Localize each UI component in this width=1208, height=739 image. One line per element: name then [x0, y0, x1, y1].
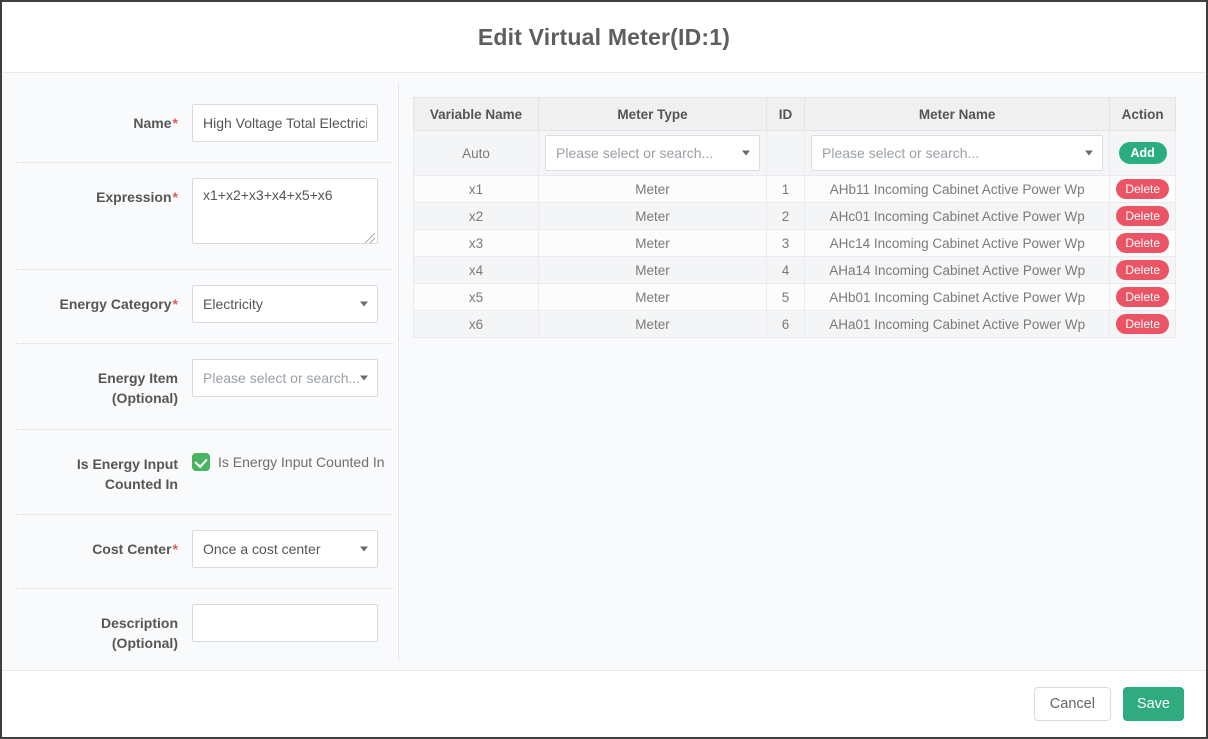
energy-input-label: Is Energy Input Counted In: [16, 445, 192, 495]
meter-type-cell: Meter: [539, 230, 767, 257]
table-row: x4 Meter 4 AHa14 Incoming Cabinet Active…: [414, 257, 1176, 284]
page-title: Edit Virtual Meter(ID:1): [478, 24, 730, 51]
cost-center-select[interactable]: Once a cost center: [192, 530, 378, 568]
meter-name-select[interactable]: Please select or search...: [811, 135, 1103, 171]
variables-table-panel: Variable Name Meter Type ID Meter Name A…: [399, 73, 1206, 670]
energy-item-select[interactable]: Please select or search...: [192, 359, 378, 397]
variables-table: Variable Name Meter Type ID Meter Name A…: [413, 97, 1176, 338]
id-cell: 1: [767, 176, 805, 203]
form-row-cost-center: Cost Center* Once a cost center: [16, 515, 394, 589]
variable-cell: x4: [414, 257, 539, 284]
name-input[interactable]: [192, 104, 378, 142]
col-header-variable-name: Variable Name: [414, 98, 539, 131]
delete-button[interactable]: Delete: [1116, 287, 1169, 307]
cancel-button[interactable]: Cancel: [1034, 687, 1111, 721]
meter-type-cell: Meter: [539, 257, 767, 284]
dialog-footer: Cancel Save: [2, 671, 1206, 737]
form-row-description: Description (Optional): [16, 589, 394, 671]
delete-button[interactable]: Delete: [1116, 206, 1169, 226]
chevron-down-icon: [742, 151, 750, 156]
add-button[interactable]: Add: [1119, 142, 1167, 164]
variable-cell: x1: [414, 176, 539, 203]
required-asterisk: *: [173, 189, 178, 205]
col-header-id: ID: [767, 98, 805, 131]
chevron-down-icon: [360, 547, 368, 552]
energy-item-placeholder: Please select or search...: [203, 370, 360, 386]
expression-textarea[interactable]: x1+x2+x3+x4+x5+x6: [192, 178, 378, 244]
delete-button[interactable]: Delete: [1116, 314, 1169, 334]
dialog-body: Name* Expression* x1+x2+x3+x4+x5+x6 Ener…: [2, 72, 1206, 671]
table-header-row: Variable Name Meter Type ID Meter Name A…: [414, 98, 1176, 131]
id-cell: 2: [767, 203, 805, 230]
energy-category-select[interactable]: Electricity: [192, 285, 378, 323]
meter-name-cell: AHb01 Incoming Cabinet Active Power Wp: [805, 284, 1110, 311]
table-row: x6 Meter 6 AHa01 Incoming Cabinet Active…: [414, 311, 1176, 338]
meter-name-cell: AHc14 Incoming Cabinet Active Power Wp: [805, 230, 1110, 257]
description-input[interactable]: [192, 604, 378, 642]
col-header-action: Action: [1110, 98, 1176, 131]
variable-cell: x5: [414, 284, 539, 311]
form-row-energy-category: Energy Category* Electricity: [16, 270, 394, 344]
energy-category-value: Electricity: [203, 296, 263, 312]
meter-type-select[interactable]: Please select or search...: [545, 135, 760, 171]
chevron-down-icon: [1085, 151, 1093, 156]
energy-input-checkbox-label: Is Energy Input Counted In: [218, 454, 385, 470]
meter-type-cell: Meter: [539, 311, 767, 338]
form-row-energy-item: Energy Item (Optional) Please select or …: [16, 344, 394, 430]
table-row: x3 Meter 3 AHc14 Incoming Cabinet Active…: [414, 230, 1176, 257]
table-row-auto: Auto Please select or search... Please s…: [414, 131, 1176, 176]
name-label: Name*: [16, 104, 192, 142]
required-asterisk: *: [173, 541, 178, 557]
required-asterisk: *: [173, 115, 178, 131]
form-row-energy-input: Is Energy Input Counted In Is Energy Inp…: [16, 430, 394, 516]
id-cell: 4: [767, 257, 805, 284]
variable-cell: x2: [414, 203, 539, 230]
energy-item-label: Energy Item (Optional): [16, 359, 192, 409]
dialog-header: Edit Virtual Meter(ID:1): [2, 2, 1206, 72]
delete-button[interactable]: Delete: [1116, 260, 1169, 280]
meter-name-cell: AHc01 Incoming Cabinet Active Power Wp: [805, 203, 1110, 230]
meter-type-cell: Meter: [539, 203, 767, 230]
id-cell: 5: [767, 284, 805, 311]
virtual-meter-form: Name* Expression* x1+x2+x3+x4+x5+x6 Ener…: [2, 73, 398, 670]
id-cell: 6: [767, 311, 805, 338]
col-header-meter-type: Meter Type: [539, 98, 767, 131]
delete-button[interactable]: Delete: [1116, 233, 1169, 253]
cost-center-label: Cost Center*: [16, 530, 192, 568]
cost-center-value: Once a cost center: [203, 541, 321, 557]
variable-cell: x3: [414, 230, 539, 257]
save-button[interactable]: Save: [1123, 687, 1184, 721]
meter-name-cell: AHb11 Incoming Cabinet Active Power Wp: [805, 176, 1110, 203]
energy-category-label: Energy Category*: [16, 285, 192, 323]
description-label: Description (Optional): [16, 604, 192, 654]
auto-id-cell: [767, 131, 805, 176]
meter-name-cell: AHa14 Incoming Cabinet Active Power Wp: [805, 257, 1110, 284]
edit-virtual-meter-dialog: Edit Virtual Meter(ID:1) Name* Expressio…: [0, 0, 1208, 739]
chevron-down-icon: [360, 376, 368, 381]
expression-label: Expression*: [16, 178, 192, 249]
meter-type-cell: Meter: [539, 176, 767, 203]
resize-handle-icon[interactable]: [365, 233, 375, 243]
col-header-meter-name: Meter Name: [805, 98, 1110, 131]
table-row: x1 Meter 1 AHb11 Incoming Cabinet Active…: [414, 176, 1176, 203]
form-row-expression: Expression* x1+x2+x3+x4+x5+x6: [16, 163, 394, 270]
delete-button[interactable]: Delete: [1116, 179, 1169, 199]
meter-type-cell: Meter: [539, 284, 767, 311]
id-cell: 3: [767, 230, 805, 257]
energy-input-checkbox[interactable]: [192, 453, 210, 471]
chevron-down-icon: [360, 302, 368, 307]
auto-variable-cell: Auto: [414, 131, 539, 176]
meter-name-cell: AHa01 Incoming Cabinet Active Power Wp: [805, 311, 1110, 338]
form-row-name: Name*: [16, 89, 394, 163]
required-asterisk: *: [173, 296, 178, 312]
table-row: x5 Meter 5 AHb01 Incoming Cabinet Active…: [414, 284, 1176, 311]
variable-cell: x6: [414, 311, 539, 338]
table-row: x2 Meter 2 AHc01 Incoming Cabinet Active…: [414, 203, 1176, 230]
